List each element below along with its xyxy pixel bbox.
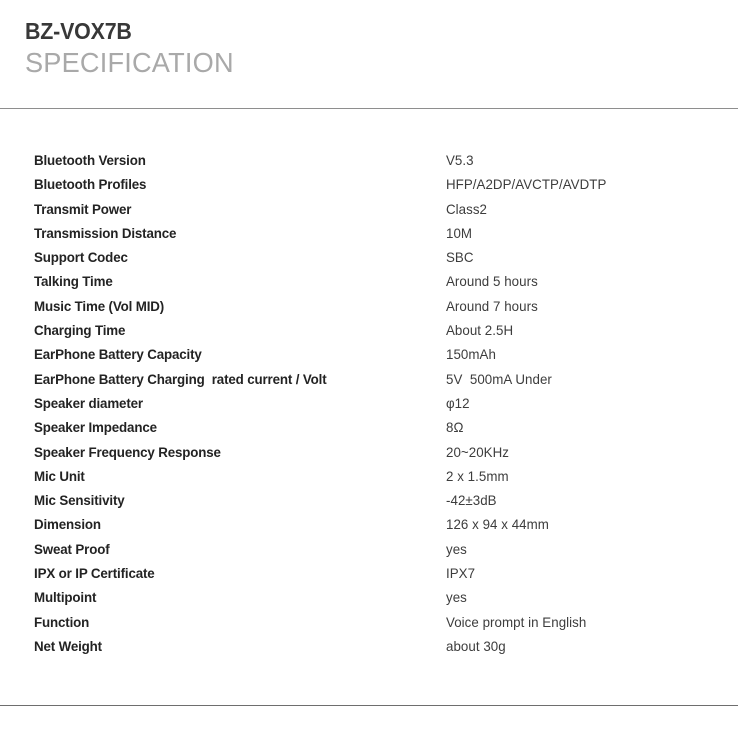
spec-label: Function bbox=[34, 614, 90, 631]
spec-row: Mic Sensitivity -42±3dB bbox=[0, 489, 738, 513]
spec-label: Speaker diameter bbox=[34, 395, 143, 412]
spec-value: IPX7 bbox=[446, 566, 476, 582]
spec-row: Talking Time Around 5 hours bbox=[0, 270, 738, 294]
spec-label: Speaker Impedance bbox=[34, 420, 157, 437]
spec-value: yes bbox=[446, 590, 467, 606]
page-title: SPECIFICATION bbox=[25, 47, 234, 78]
spec-row: Mic Unit 2 x 1.5mm bbox=[0, 465, 738, 489]
product-code: BZ-VOX7B bbox=[25, 18, 132, 44]
spec-row: Charging Time About 2.5H bbox=[0, 319, 738, 343]
spec-row: Transmit Power Class2 bbox=[0, 198, 738, 222]
spec-value: 150mAh bbox=[446, 347, 496, 363]
spec-value: 2 x 1.5mm bbox=[446, 468, 509, 484]
spec-value: 10M bbox=[446, 225, 473, 241]
spec-label: Charging Time bbox=[34, 323, 126, 340]
specification-table: Bluetooth Version V5.3 Bluetooth Profiles H… bbox=[0, 149, 738, 659]
spec-row: Bluetooth Version V5.3 bbox=[0, 149, 738, 173]
spec-label: EarPhone Battery Charging rated current … bbox=[34, 371, 327, 388]
spec-label: Sweat Proof bbox=[34, 541, 110, 558]
spec-label: Bluetooth Profiles bbox=[34, 177, 147, 194]
spec-row: Dimension 126 x 94 x 44mm bbox=[0, 513, 738, 537]
spec-label: EarPhone Battery Capacity bbox=[34, 347, 202, 364]
spec-label: Transmit Power bbox=[34, 201, 132, 218]
spec-value: Around 7 hours bbox=[446, 298, 538, 314]
spec-value: V5.3 bbox=[446, 153, 474, 168]
sheet-header: BZ-VOX7B SPECIFICATION bbox=[25, 18, 715, 79]
spec-row: Speaker Frequency Response 20~20KHz bbox=[0, 441, 738, 465]
spec-value: φ12 bbox=[446, 395, 470, 411]
spec-label: IPX or IP Certificate bbox=[34, 566, 155, 583]
spec-label: Multipoint bbox=[34, 590, 97, 607]
spec-row: Support Codec SBC bbox=[0, 246, 738, 270]
header-divider bbox=[0, 108, 738, 109]
spec-row: Function Voice prompt in English bbox=[0, 611, 738, 635]
spec-row: Bluetooth Profiles HFP/A2DP/AVCTP/AVDTP bbox=[0, 173, 738, 197]
spec-row: Speaker Impedance 8Ω bbox=[0, 416, 738, 440]
spec-label: Net Weight bbox=[34, 638, 102, 655]
spec-value: HFP/A2DP/AVCTP/AVDTP bbox=[446, 177, 607, 193]
spec-label: Support Codec bbox=[34, 250, 128, 267]
spec-row: Transmission Distance 10M bbox=[0, 222, 738, 246]
spec-label: Bluetooth Version bbox=[34, 153, 146, 169]
spec-value: About 2.5H bbox=[446, 323, 514, 339]
spec-label: Transmission Distance bbox=[34, 225, 177, 242]
spec-row: Multipoint yes bbox=[0, 586, 738, 610]
spec-value: Voice prompt in English bbox=[446, 614, 587, 630]
spec-value: -42±3dB bbox=[446, 493, 497, 509]
spec-value: 5V 500mA Under bbox=[446, 371, 552, 387]
spec-row: IPX or IP Certificate IPX7 bbox=[0, 562, 738, 586]
spec-value: 20~20KHz bbox=[446, 444, 509, 460]
spec-value: yes bbox=[446, 541, 467, 557]
spec-value: Around 5 hours bbox=[446, 274, 538, 290]
spec-row: Music Time (Vol MID) Around 7 hours bbox=[0, 295, 738, 319]
spec-value: SBC bbox=[446, 250, 474, 266]
footer-divider bbox=[0, 705, 738, 706]
spec-value: 8Ω bbox=[446, 420, 464, 436]
spec-label: Speaker Frequency Response bbox=[34, 444, 221, 461]
specification-sheet: BZ-VOX7B SPECIFICATION Bluetooth Version… bbox=[0, 0, 738, 738]
spec-row: Sweat Proof yes bbox=[0, 538, 738, 562]
spec-label: Dimension bbox=[34, 517, 101, 534]
spec-value: Class2 bbox=[446, 201, 488, 217]
spec-value: 126 x 94 x 44mm bbox=[446, 517, 549, 533]
spec-label: Mic Unit bbox=[34, 468, 85, 485]
spec-label: Talking Time bbox=[34, 274, 113, 291]
spec-value: about 30g bbox=[446, 638, 506, 654]
spec-row: EarPhone Battery Capacity 150mAh bbox=[0, 343, 738, 367]
spec-label: Mic Sensitivity bbox=[34, 493, 125, 510]
spec-label: Music Time (Vol MID) bbox=[34, 298, 165, 315]
spec-row: EarPhone Battery Charging rated current … bbox=[0, 368, 738, 392]
spec-row: Speaker diameter φ12 bbox=[0, 392, 738, 416]
spec-row: Net Weight about 30g bbox=[0, 635, 738, 659]
